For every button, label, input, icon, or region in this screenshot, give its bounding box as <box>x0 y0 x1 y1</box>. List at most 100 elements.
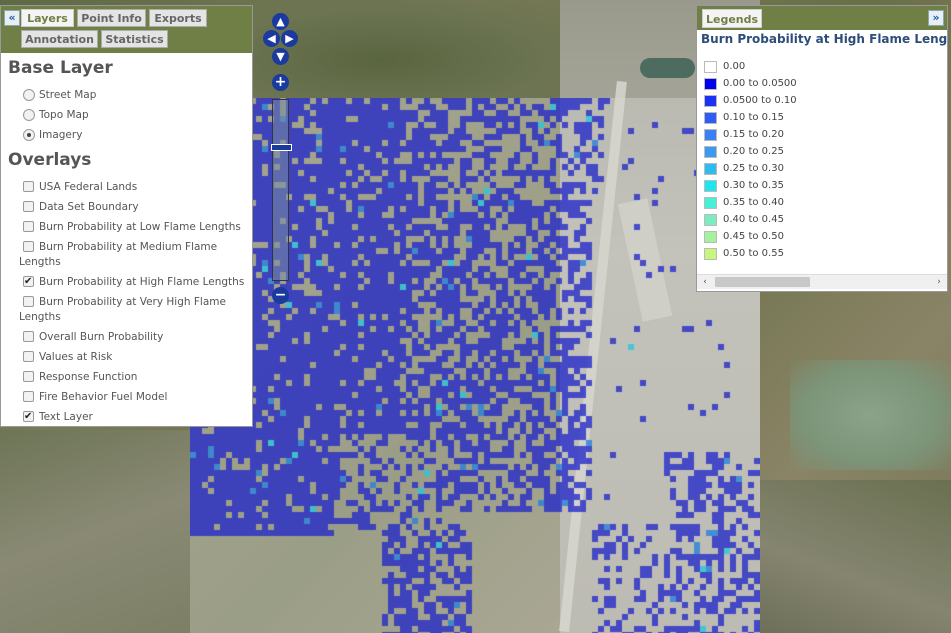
legend-item: 0.00 to 0.0500 <box>704 78 797 90</box>
overlay-usa-federal-lands[interactable]: USA Federal Lands <box>23 180 245 195</box>
checkbox[interactable] <box>23 351 34 362</box>
pan-right-button[interactable]: ▶ <box>281 30 298 47</box>
terrain-ridge <box>250 0 580 100</box>
checkbox-checked[interactable] <box>23 409 34 424</box>
tab-statistics[interactable]: Statistics <box>101 30 168 48</box>
overlay-burn-low[interactable]: Burn Probability at Low Flame Lengths <box>23 220 245 235</box>
overlay-overall-burn[interactable]: Overall Burn Probability <box>23 330 245 345</box>
legend-swatch <box>704 163 717 175</box>
overlay-burn-high[interactable]: Burn Probability at High Flame Lengths <box>23 274 245 290</box>
tab-legends[interactable]: Legends <box>702 9 762 28</box>
legend-item: 0.25 to 0.30 <box>704 163 784 175</box>
legend-item: 0.00 <box>704 61 745 73</box>
legend-swatch <box>704 61 717 73</box>
overlay-label: Burn Probability at High Flame Lengths <box>39 276 245 288</box>
legend-item-label: 0.00 to 0.0500 <box>723 78 797 89</box>
terrain-water <box>790 360 951 470</box>
checkbox-checked[interactable] <box>23 274 34 289</box>
overlay-data-set-boundary[interactable]: Data Set Boundary <box>23 200 245 215</box>
zoom-bar: + − <box>271 74 292 304</box>
legend-item: 0.40 to 0.45 <box>704 214 784 226</box>
tab-layers[interactable]: Layers <box>21 9 74 27</box>
overlay-label: Fire Behavior Fuel Model <box>39 391 168 403</box>
legend-item: 0.45 to 0.50 <box>704 231 784 243</box>
base-layer-street-map[interactable]: Street Map <box>23 88 245 103</box>
overlay-burn-very-high[interactable]: Burn Probability at Very High Flame Leng… <box>19 295 229 325</box>
checkbox[interactable] <box>23 331 34 342</box>
legend-title: Burn Probability at High Flame Lengt <box>701 32 948 46</box>
checkbox[interactable] <box>23 241 34 252</box>
checkbox[interactable] <box>23 296 34 307</box>
overlay-burn-medium[interactable]: Burn Probability at Medium Flame Lengths <box>19 240 219 270</box>
legend-panel: Legends » Burn Probability at High Flame… <box>696 5 948 292</box>
overlays-title: Overlays <box>8 150 92 170</box>
layers-panel: « Layers Point Info Exports Annotation S… <box>0 5 253 427</box>
overlay-label: USA Federal Lands <box>39 181 138 193</box>
legend-item: 0.10 to 0.15 <box>704 112 784 124</box>
legend-swatch <box>704 214 717 226</box>
zoom-track[interactable] <box>271 99 292 281</box>
collapse-panel-button[interactable]: « <box>4 10 20 26</box>
legend-swatch <box>704 146 717 158</box>
zoom-slider-handle[interactable] <box>271 144 292 151</box>
pan-left-button[interactable]: ◀ <box>263 30 280 47</box>
legend-item: 0.30 to 0.35 <box>704 180 784 192</box>
tab-point-info[interactable]: Point Info <box>77 9 146 27</box>
legend-item: 0.35 to 0.40 <box>704 197 784 209</box>
legend-swatch <box>704 197 717 209</box>
legend-item: 0.0500 to 0.10 <box>704 95 797 107</box>
pan-down-button[interactable]: ▼ <box>272 48 289 65</box>
radio-imagery[interactable] <box>23 129 35 141</box>
collapse-legend-button[interactable]: » <box>928 10 944 26</box>
overlay-response-function[interactable]: Response Function <box>23 370 245 385</box>
overlay-label: Overall Burn Probability <box>39 331 164 343</box>
overlay-label: Values at Risk <box>39 351 113 363</box>
legend-swatch <box>704 231 717 243</box>
scroll-left-icon[interactable]: ‹ <box>699 276 711 288</box>
legend-swatch <box>704 180 717 192</box>
overlay-label: Text Layer <box>39 411 93 423</box>
base-layer-imagery[interactable]: Imagery <box>23 128 245 143</box>
base-layer-label: Imagery <box>39 129 83 141</box>
checkbox[interactable] <box>23 201 34 212</box>
scroll-right-icon[interactable]: › <box>933 276 945 288</box>
zoom-out-button[interactable]: − <box>272 287 289 304</box>
overlay-fuel-model[interactable]: Fire Behavior Fuel Model <box>23 390 245 405</box>
radio-topo-map[interactable] <box>23 109 35 121</box>
terrain-town <box>0 430 190 633</box>
overlay-label: Burn Probability at Medium Flame Lengths <box>19 241 218 268</box>
overlay-text-layer[interactable]: Text Layer <box>23 409 245 425</box>
panel-tabbar: « Layers Point Info Exports Annotation S… <box>1 6 252 53</box>
legend-swatch <box>704 112 717 124</box>
legend-item-label: 0.0500 to 0.10 <box>723 95 797 106</box>
overlay-label: Burn Probability at Low Flame Lengths <box>39 221 241 233</box>
base-layer-title: Base Layer <box>8 58 113 78</box>
legend-header: Legends » <box>697 6 947 30</box>
tab-annotation[interactable]: Annotation <box>21 30 98 48</box>
radio-street-map[interactable] <box>23 89 35 101</box>
legend-horizontal-scrollbar[interactable]: ‹ › <box>697 274 947 289</box>
legend-swatch <box>704 248 717 260</box>
scroll-thumb[interactable] <box>715 277 810 287</box>
checkbox[interactable] <box>23 391 34 402</box>
checkbox[interactable] <box>23 371 34 382</box>
legend-swatch <box>704 78 717 90</box>
base-layer-topo-map[interactable]: Topo Map <box>23 108 245 123</box>
tab-exports[interactable]: Exports <box>149 9 207 27</box>
overlay-label: Response Function <box>39 371 138 383</box>
overlay-values-at-risk[interactable]: Values at Risk <box>23 350 245 365</box>
base-layer-label: Topo Map <box>39 109 89 121</box>
overlay-label: Burn Probability at Very High Flame Leng… <box>19 296 226 323</box>
pan-up-button[interactable]: ▲ <box>272 13 289 30</box>
terrain-town-east <box>760 480 951 633</box>
legend-item: 0.20 to 0.25 <box>704 146 784 158</box>
legend-item: 0.15 to 0.20 <box>704 129 784 141</box>
legend-item: 0.50 to 0.55 <box>704 248 784 260</box>
checkbox[interactable] <box>23 181 34 192</box>
base-layer-label: Street Map <box>39 89 97 101</box>
legend-swatch <box>704 95 717 107</box>
terrain-pond <box>640 58 695 78</box>
overlay-label: Data Set Boundary <box>39 201 139 213</box>
zoom-in-button[interactable]: + <box>272 74 289 91</box>
checkbox[interactable] <box>23 221 34 232</box>
